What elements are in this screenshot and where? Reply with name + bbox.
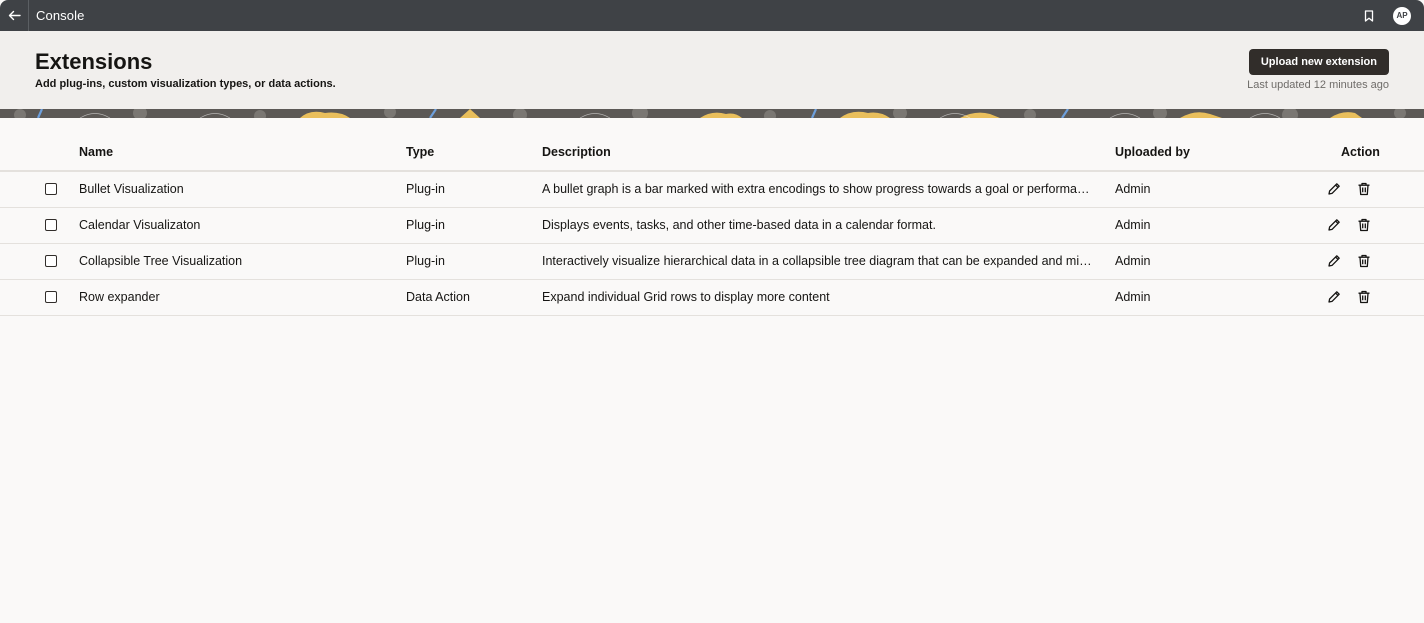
pencil-icon: [1328, 219, 1340, 231]
row-checkbox[interactable]: [45, 219, 57, 231]
extension-type: Data Action: [406, 290, 470, 304]
top-bar: Console AP: [0, 0, 1424, 31]
row-checkbox[interactable]: [45, 183, 57, 195]
page-header: Extensions Add plug-ins, custom visualiz…: [0, 31, 1424, 109]
decorative-banner: [0, 109, 1424, 118]
user-avatar[interactable]: AP: [1393, 6, 1411, 25]
back-button[interactable]: [0, 0, 29, 31]
pencil-icon: [1328, 291, 1340, 303]
column-header-uploaded-by[interactable]: Uploaded by: [1115, 135, 1265, 170]
extension-description: A bullet graph is a bar marked with extr…: [542, 182, 1092, 196]
trash-icon: [1358, 218, 1370, 232]
app-window: Console AP Extensions Add plug-ins, cust…: [0, 0, 1424, 623]
last-updated-text: Last updated 12 minutes ago: [1247, 79, 1389, 91]
extension-name: Bullet Visualization: [79, 182, 184, 196]
app-title: Console: [36, 8, 85, 23]
bookmark-button[interactable]: [1360, 7, 1378, 25]
table-header-row: Name Type Description Uploaded by Action: [0, 135, 1424, 171]
delete-button[interactable]: [1356, 253, 1372, 269]
edit-button[interactable]: [1326, 289, 1342, 305]
extension-name: Row expander: [79, 290, 160, 304]
row-checkbox[interactable]: [45, 291, 57, 303]
bookmark-icon: [1364, 9, 1374, 22]
row-checkbox[interactable]: [45, 255, 57, 267]
trash-icon: [1358, 290, 1370, 304]
extension-description: Interactively visualize hierarchical dat…: [542, 254, 1092, 268]
extension-uploaded-by: Admin: [1115, 182, 1151, 196]
extension-name: Collapsible Tree Visualization: [79, 254, 243, 268]
delete-button[interactable]: [1356, 217, 1372, 233]
table-row: Collapsible Tree Visualization Plug-in I…: [0, 244, 1424, 280]
pencil-icon: [1328, 255, 1340, 267]
extension-type: Plug-in: [406, 254, 445, 268]
extension-uploaded-by: Admin: [1115, 254, 1151, 268]
column-header-type[interactable]: Type: [406, 135, 526, 170]
arrow-left-icon: [8, 10, 21, 21]
pencil-icon: [1328, 183, 1340, 195]
column-header-action: Action: [1341, 145, 1380, 159]
extension-name: Calendar Visualizaton: [79, 218, 201, 232]
edit-button[interactable]: [1326, 217, 1342, 233]
extension-uploaded-by: Admin: [1115, 218, 1151, 232]
extensions-table: Name Type Description Uploaded by Action…: [0, 135, 1424, 316]
delete-button[interactable]: [1356, 289, 1372, 305]
upload-extension-button[interactable]: Upload new extension: [1248, 49, 1389, 75]
edit-button[interactable]: [1326, 181, 1342, 197]
edit-button[interactable]: [1326, 253, 1342, 269]
extension-uploaded-by: Admin: [1115, 290, 1151, 304]
column-header-name[interactable]: Name: [79, 135, 389, 170]
page-subtitle: Add plug-ins, custom visualization types…: [35, 78, 336, 90]
trash-icon: [1358, 182, 1370, 196]
column-header-description[interactable]: Description: [542, 135, 1092, 170]
table-row: Row expander Data Action Expand individu…: [0, 280, 1424, 316]
table-row: Calendar Visualizaton Plug-in Displays e…: [0, 208, 1424, 244]
delete-button[interactable]: [1356, 181, 1372, 197]
page-title: Extensions: [35, 49, 153, 74]
trash-icon: [1358, 254, 1370, 268]
extension-description: Expand individual Grid rows to display m…: [542, 290, 830, 304]
extension-type: Plug-in: [406, 182, 445, 196]
extension-description: Displays events, tasks, and other time-b…: [542, 218, 936, 232]
table-row: Bullet Visualization Plug-in A bullet gr…: [0, 171, 1424, 208]
extension-type: Plug-in: [406, 218, 445, 232]
